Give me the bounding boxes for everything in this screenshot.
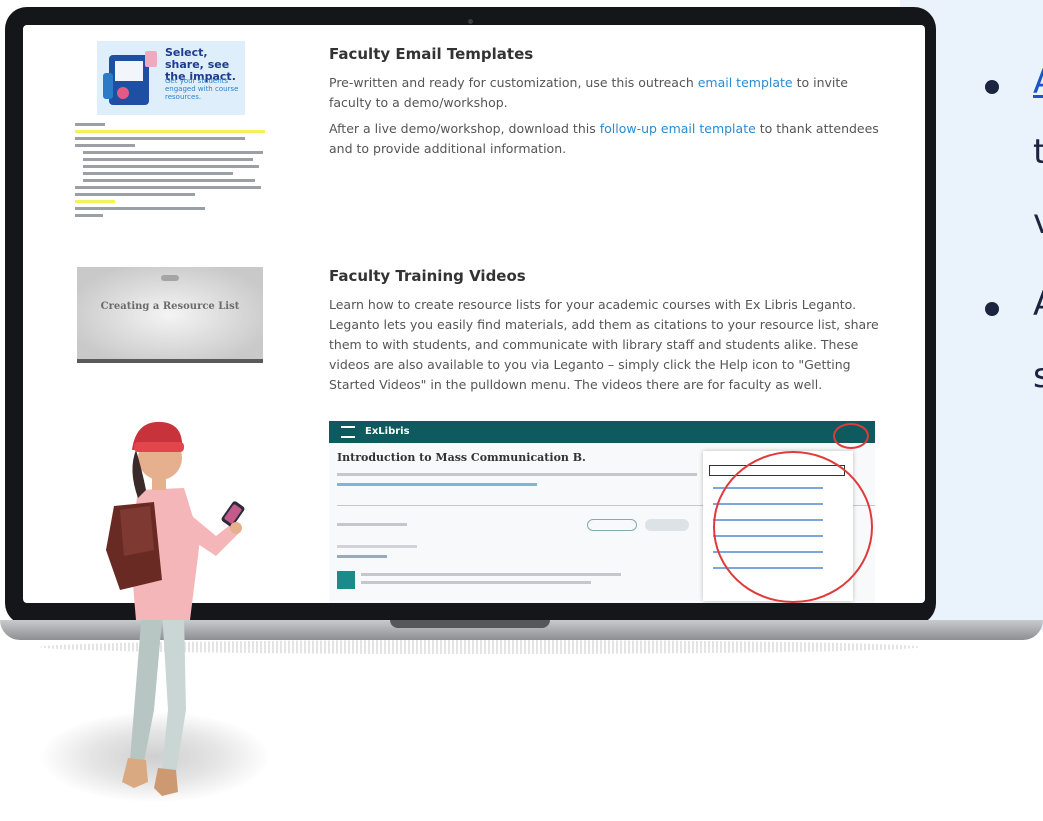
follow-up-email-template-link[interactable]: follow-up email template <box>600 121 756 136</box>
section-title: Faculty Training Videos <box>329 267 526 285</box>
leganto-screenshot[interactable]: ExLibris Introduction to Mass Communicat… <box>329 421 875 603</box>
text-line <box>337 473 697 476</box>
paragraph-text: Pre-written and ready for customization,… <box>329 75 698 90</box>
slide-bullet-list: A t v A s <box>985 60 1043 460</box>
toolbar-icons <box>337 523 407 526</box>
email-template-thumbnail[interactable]: Select, share, see the impact. Get your … <box>75 41 265 241</box>
email-template-link[interactable]: email template <box>698 75 793 90</box>
bullet-dot <box>985 80 999 94</box>
bullet-text: s <box>1033 356 1043 396</box>
promo-illustration-icon <box>103 51 157 105</box>
email-templates-section: Faculty Email Templates Pre-written and … <box>329 45 889 159</box>
bullet-text: v <box>1033 202 1043 242</box>
promo-subtitle: Get your students engaged with course re… <box>165 77 239 101</box>
video-progress-bar <box>77 359 263 363</box>
person-with-phone-illustration <box>106 421 245 796</box>
section-button <box>645 519 689 531</box>
leganto-brand: ExLibris <box>365 426 410 437</box>
bullet-text: A <box>1033 284 1043 324</box>
text-line <box>361 573 621 576</box>
training-videos-section: Faculty Training Videos Learn how to cre… <box>329 267 889 395</box>
video-thumbnail-title: Creating a Resource List <box>100 301 240 312</box>
library-button <box>587 519 637 531</box>
video-logo <box>161 275 179 281</box>
text-line <box>361 581 591 584</box>
leganto-header: ExLibris <box>329 421 875 443</box>
menu-icon <box>341 426 355 438</box>
section-title: Faculty Email Templates <box>329 45 534 63</box>
bullet-text-link[interactable]: A <box>1033 62 1043 102</box>
help-icon-highlight <box>833 423 869 449</box>
camera-icon <box>468 19 473 24</box>
section-paragraph: After a live demo/workshop, download thi… <box>329 119 889 159</box>
paragraph-text: After a live demo/workshop, download thi… <box>329 121 600 136</box>
text-line <box>337 555 387 558</box>
highlight-circle <box>713 451 873 603</box>
text-line <box>337 483 537 486</box>
section-paragraph: Pre-written and ready for customization,… <box>329 73 889 113</box>
course-title: Introduction to Mass Communication B. <box>337 451 586 464</box>
laptop-notch <box>390 620 550 628</box>
promo-banner: Select, share, see the impact. Get your … <box>97 41 245 115</box>
email-document-preview <box>75 123 265 221</box>
bullet-text: t <box>1033 132 1043 172</box>
bullet-dot <box>985 302 999 316</box>
training-video-thumbnail[interactable]: Creating a Resource List <box>77 267 263 363</box>
citation-thumbnail <box>337 571 355 589</box>
section-paragraph: Learn how to create resource lists for y… <box>329 297 879 392</box>
section-heading <box>337 545 417 548</box>
